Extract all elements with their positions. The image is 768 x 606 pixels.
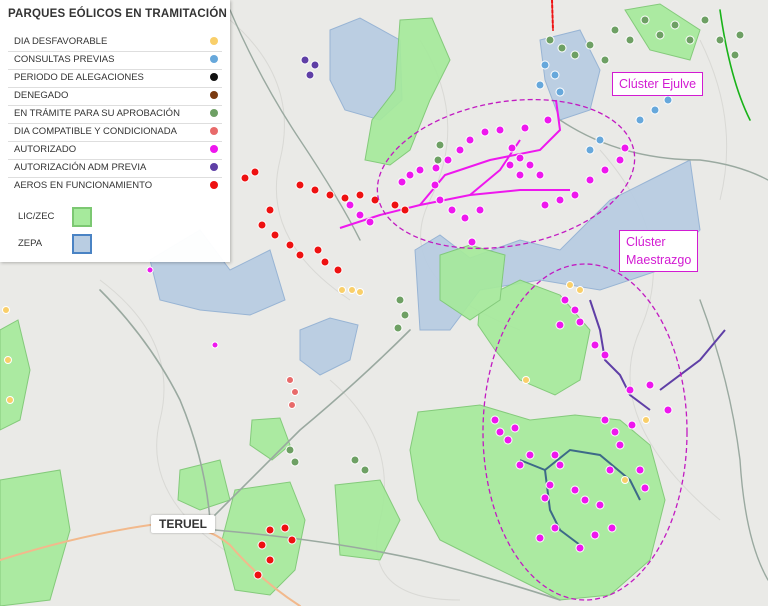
legend-item-aeros-funcionamiento: AEROS EN FUNCIONAMIENTO: [8, 177, 222, 195]
legend-item-denegado: DENEGADO: [8, 87, 222, 106]
legend-dot-icon: [210, 127, 218, 135]
legend-item-label: AEROS EN FUNCIONAMIENTO: [14, 180, 153, 191]
legend-dot-icon: [210, 163, 218, 171]
cluster-maestrazgo-label-line1: Clúster: [626, 235, 666, 249]
legend-item-label: EN TRÁMITE PARA SU APROBACIÓN: [14, 108, 180, 119]
legend-dot-icon: [210, 181, 218, 189]
lic-zec-swatch-icon: [72, 207, 92, 227]
cluster-maestrazgo-label: Clúster Maestrazgo: [619, 230, 699, 272]
legend-item-label: PERIODO DE ALEGACIONES: [14, 72, 144, 83]
legend-area-label: LIC/ZEC: [18, 211, 55, 222]
legend-item-en-tramite: EN TRÁMITE PARA SU APROBACIÓN: [8, 105, 222, 124]
legend-area-label: ZEPA: [18, 238, 43, 249]
legend-dot-icon: [210, 73, 218, 81]
city-label-teruel[interactable]: TERUEL: [151, 515, 215, 533]
legend-dot-icon: [210, 91, 218, 99]
cluster-ejulve-label: Clúster Ejulve: [612, 72, 704, 96]
legend-item-label: AUTORIZADO: [14, 144, 77, 155]
legend-item-label: CONSULTAS PREVIAS: [14, 54, 115, 65]
legend-dot-icon: [210, 145, 218, 153]
legend-item-label: AUTORIZACIÓN ADM PREVIA: [14, 162, 147, 173]
legend-dot-icon: [210, 55, 218, 63]
legend-dot-icon: [210, 37, 218, 45]
cluster-maestrazgo-label-line2: Maestrazgo: [626, 253, 692, 267]
legend-area-zepa: ZEPA: [8, 233, 128, 255]
legend-panel: PARQUES EÓLICOS EN TRAMITACIÓN DIA DESFA…: [0, 0, 230, 262]
legend-item-dia-compatible: DIA COMPATIBLE Y CONDICIONADA: [8, 123, 222, 142]
legend-item-consultas-previas: CONSULTAS PREVIAS: [8, 51, 222, 70]
legend-item-label: DENEGADO: [14, 90, 69, 101]
legend-item-label: DIA DESFAVORABLE: [14, 36, 108, 47]
legend-area-lic-zec: LIC/ZEC: [8, 206, 128, 228]
legend-item-autorizado: AUTORIZADO: [8, 141, 222, 160]
legend-item-dia-desfavorable: DIA DESFAVORABLE: [8, 33, 222, 52]
legend-item-periodo-alegaciones: PERIODO DE ALEGACIONES: [8, 69, 222, 88]
legend-item-autorizacion-adm-previa: AUTORIZACIÓN ADM PREVIA: [8, 159, 222, 178]
legend-title: PARQUES EÓLICOS EN TRAMITACIÓN: [8, 8, 227, 20]
legend-dot-icon: [210, 109, 218, 117]
zepa-swatch-icon: [72, 234, 92, 254]
legend-item-label: DIA COMPATIBLE Y CONDICIONADA: [14, 126, 177, 137]
